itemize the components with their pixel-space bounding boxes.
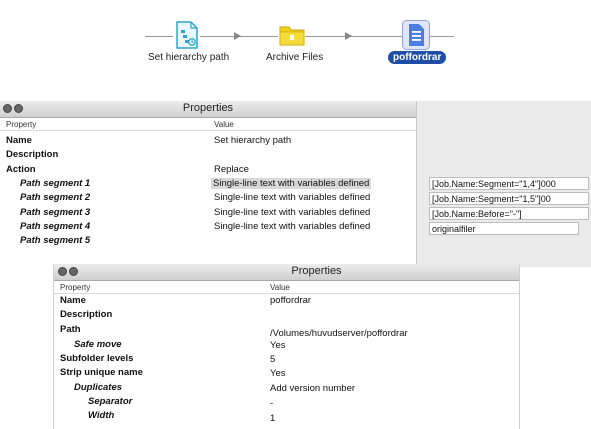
property-row-duplicates[interactable]: Duplicates Add version number bbox=[54, 382, 519, 396]
column-header-value[interactable]: Value bbox=[270, 283, 290, 292]
property-row-path-segment-4[interactable]: Path segment 4 Single-line text with var… bbox=[0, 221, 416, 235]
property-label: Safe move bbox=[74, 339, 122, 350]
property-row-name[interactable]: Name Set hierarchy path bbox=[0, 135, 416, 149]
flow-node-label[interactable]: Set hierarchy path bbox=[148, 52, 229, 63]
path-segment-4-field[interactable]: originalfiler bbox=[429, 222, 579, 235]
property-label: Subfolder levels bbox=[60, 353, 134, 364]
property-label: Path segment 3 bbox=[20, 207, 91, 218]
property-value: Add version number bbox=[270, 383, 356, 394]
flow-node-label-selected[interactable]: poffordrar bbox=[388, 51, 447, 64]
property-row-description[interactable]: Description bbox=[54, 309, 519, 323]
flow-node-archive-files[interactable] bbox=[279, 24, 305, 46]
property-value: 5 bbox=[270, 354, 276, 365]
flow-node-poffordrar[interactable] bbox=[402, 20, 430, 50]
property-row-name[interactable]: Name poffordrar bbox=[54, 295, 519, 309]
column-headers: Property Value bbox=[54, 282, 519, 294]
document-icon bbox=[402, 20, 430, 50]
property-value: /Volumes/huvudserver/poffordrar bbox=[270, 328, 408, 339]
property-row-path[interactable]: Path /Volumes/huvudserver/poffordrar bbox=[54, 324, 519, 339]
property-row-separator[interactable]: Separator - bbox=[54, 396, 519, 410]
column-header-property[interactable]: Property bbox=[6, 120, 36, 129]
properties-panel-poffordrar: Properties Property Value Name poffordra… bbox=[53, 264, 520, 429]
properties-panel-set-hierarchy-path: Properties Property Value Name Set hiera… bbox=[0, 101, 416, 267]
property-row-strip-unique-name[interactable]: Strip unique name Yes bbox=[54, 367, 519, 381]
close-icon[interactable] bbox=[58, 267, 67, 276]
flow-node-label[interactable]: Archive Files bbox=[266, 52, 323, 63]
property-label: Path segment 1 bbox=[20, 178, 91, 189]
flow-node-set-hierarchy-path[interactable] bbox=[175, 21, 199, 49]
connector-line bbox=[430, 36, 454, 37]
path-segment-3-field[interactable]: [Job.Name:Before="-"] bbox=[429, 207, 589, 220]
property-value: - bbox=[270, 398, 274, 409]
property-row-safe-move[interactable]: Safe move Yes bbox=[54, 339, 519, 353]
property-value: Single-line text with variables defined bbox=[211, 178, 372, 189]
archive-folder-icon bbox=[279, 26, 305, 46]
property-value: Single-line text with variables defined bbox=[214, 207, 371, 218]
property-value: Single-line text with variables defined bbox=[214, 192, 371, 203]
property-row-path-segment-5[interactable]: Path segment 5 bbox=[0, 235, 416, 249]
property-label: Separator bbox=[88, 396, 133, 407]
connector-line bbox=[145, 36, 173, 37]
panel-titlebar[interactable]: Properties bbox=[0, 101, 416, 118]
connector-arrow bbox=[345, 32, 352, 40]
property-label: Width bbox=[88, 410, 115, 421]
property-label: Path segment 4 bbox=[20, 221, 91, 232]
property-value: Yes bbox=[270, 368, 286, 379]
property-row-subfolder-levels[interactable]: Subfolder levels 5 bbox=[54, 353, 519, 367]
property-row-action[interactable]: Action Replace bbox=[0, 164, 416, 178]
property-label: Name bbox=[60, 295, 86, 306]
property-value: poffordrar bbox=[270, 295, 312, 306]
property-row-width[interactable]: Width 1 bbox=[54, 410, 519, 424]
column-header-property[interactable]: Property bbox=[60, 283, 90, 292]
column-header-value[interactable]: Value bbox=[214, 120, 234, 129]
property-row-description[interactable]: Description bbox=[0, 149, 416, 163]
minimize-icon[interactable] bbox=[69, 267, 78, 276]
property-label: Path segment 2 bbox=[20, 192, 91, 203]
connector-line[interactable] bbox=[305, 36, 402, 37]
panel-title: Properties bbox=[182, 102, 234, 114]
property-label: Description bbox=[60, 309, 113, 320]
property-value: Set hierarchy path bbox=[214, 135, 292, 146]
property-value: Yes bbox=[270, 340, 286, 351]
property-row-path-segment-3[interactable]: Path segment 3 Single-line text with var… bbox=[0, 207, 416, 221]
property-value: Replace bbox=[214, 164, 249, 175]
property-label: Action bbox=[6, 164, 36, 175]
path-segment-2-field[interactable]: [Job.Name:Segment="1,5"]00 bbox=[429, 192, 589, 205]
panel-titlebar[interactable]: Properties bbox=[54, 264, 519, 281]
property-value: Single-line text with variables defined bbox=[214, 221, 371, 232]
connector-arrow bbox=[234, 32, 241, 40]
path-segment-1-field[interactable]: [Job.Name:Segment="1,4"]000 bbox=[429, 177, 589, 190]
property-row-path-segment-2[interactable]: Path segment 2 Single-line text with var… bbox=[0, 192, 416, 206]
property-label: Description bbox=[6, 149, 59, 160]
property-value: 1 bbox=[270, 413, 276, 424]
property-label: Path segment 5 bbox=[20, 235, 91, 246]
property-row-path-segment-1[interactable]: Path segment 1 Single-line text with var… bbox=[0, 178, 416, 192]
property-label: Strip unique name bbox=[60, 367, 143, 378]
column-headers: Property Value bbox=[0, 119, 416, 131]
hierarchy-path-icon bbox=[176, 21, 198, 49]
panel-title: Properties bbox=[291, 265, 342, 277]
segment-editor-area: [Job.Name:Segment="1,4"]000 [Job.Name:Se… bbox=[416, 101, 591, 267]
property-label: Duplicates bbox=[74, 382, 123, 393]
property-label: Path bbox=[60, 324, 81, 335]
property-label: Name bbox=[6, 135, 32, 146]
